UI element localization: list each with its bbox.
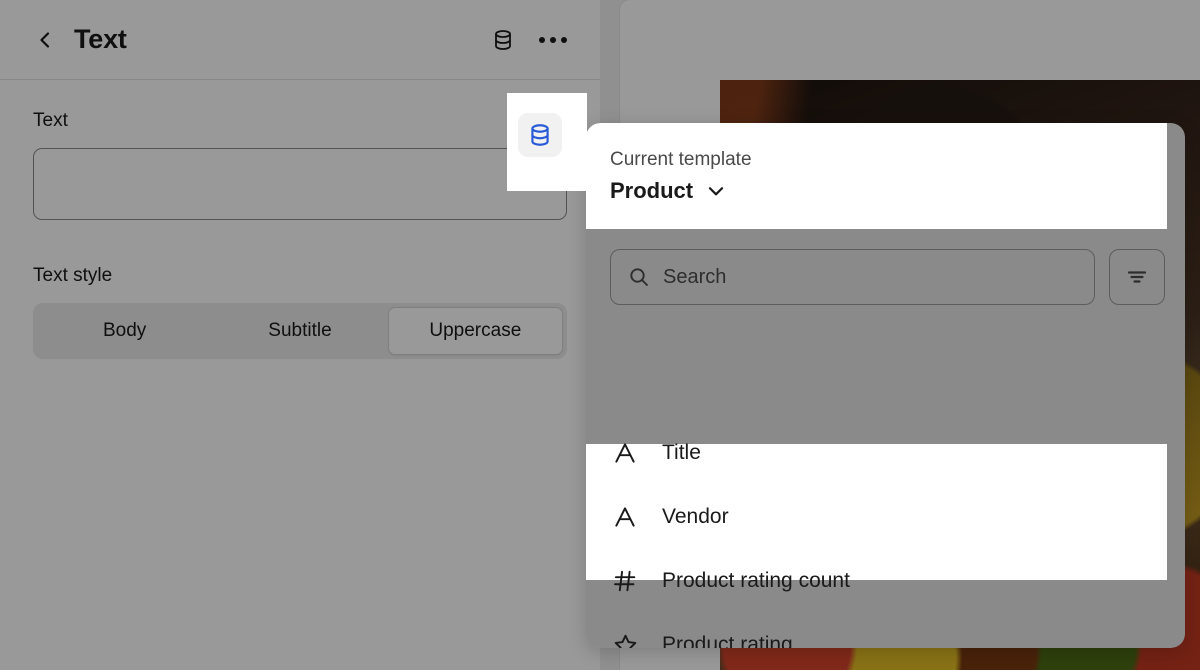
text-field-icon [610, 438, 640, 468]
star-rating-icon [610, 630, 640, 648]
current-template-label: Current template [610, 149, 1167, 171]
list-item-label: Vendor [662, 505, 729, 529]
search-icon [627, 265, 651, 289]
number-field-icon [610, 566, 640, 596]
list-item-product-rating-count[interactable]: Product rating count [586, 549, 1185, 613]
dynamic-source-popover: Current template Product Search [586, 123, 1185, 648]
text-style-option-body[interactable]: Body [37, 307, 212, 355]
text-style-option-subtitle[interactable]: Subtitle [212, 307, 387, 355]
more-options-button[interactable] [536, 23, 570, 57]
dynamic-source-trigger-card [507, 93, 587, 191]
dynamic-source-button[interactable] [486, 23, 520, 57]
filter-button[interactable] [1109, 249, 1165, 305]
text-style-label: Text style [33, 265, 567, 287]
app-root: Text Text Text style [0, 0, 1200, 670]
text-style-group: Text style Body Subtitle Uppercase [33, 265, 567, 359]
text-input[interactable] [33, 148, 567, 220]
list-item-label: Title [662, 441, 701, 465]
list-item-vendor[interactable]: Vendor [586, 485, 1185, 549]
metafield-list: Title Vendor [586, 421, 1185, 648]
panel-header: Text [0, 0, 600, 80]
database-icon [491, 28, 515, 52]
search-placeholder: Search [663, 266, 726, 289]
template-selector[interactable]: Product [610, 178, 1167, 204]
search-input-wrapper[interactable]: Search [610, 249, 1095, 305]
popover-search-row: Search [586, 229, 1185, 325]
text-style-option-uppercase[interactable]: Uppercase [388, 307, 563, 355]
filter-icon [1125, 265, 1149, 289]
page-title: Text [74, 24, 127, 55]
list-item-label: Product rating count [662, 569, 850, 593]
panel-header-actions [486, 23, 570, 57]
list-item-product-rating[interactable]: Product rating [586, 613, 1185, 648]
chevron-down-icon [705, 180, 727, 202]
popover-content: Current template Product Search [586, 123, 1185, 648]
database-icon [527, 122, 553, 148]
ellipsis-horizontal-icon [539, 37, 567, 43]
text-style-segmented-control: Body Subtitle Uppercase [33, 303, 567, 359]
list-item-title[interactable]: Title [586, 421, 1185, 485]
popover-header: Current template Product [586, 123, 1167, 229]
dynamic-source-trigger-button[interactable] [518, 113, 562, 157]
text-field-icon [610, 502, 640, 532]
text-field-label: Text [33, 110, 567, 132]
template-name: Product [610, 178, 693, 204]
chevron-left-icon [35, 30, 55, 50]
list-item-label: Product rating [662, 633, 793, 648]
back-button[interactable] [28, 23, 62, 57]
